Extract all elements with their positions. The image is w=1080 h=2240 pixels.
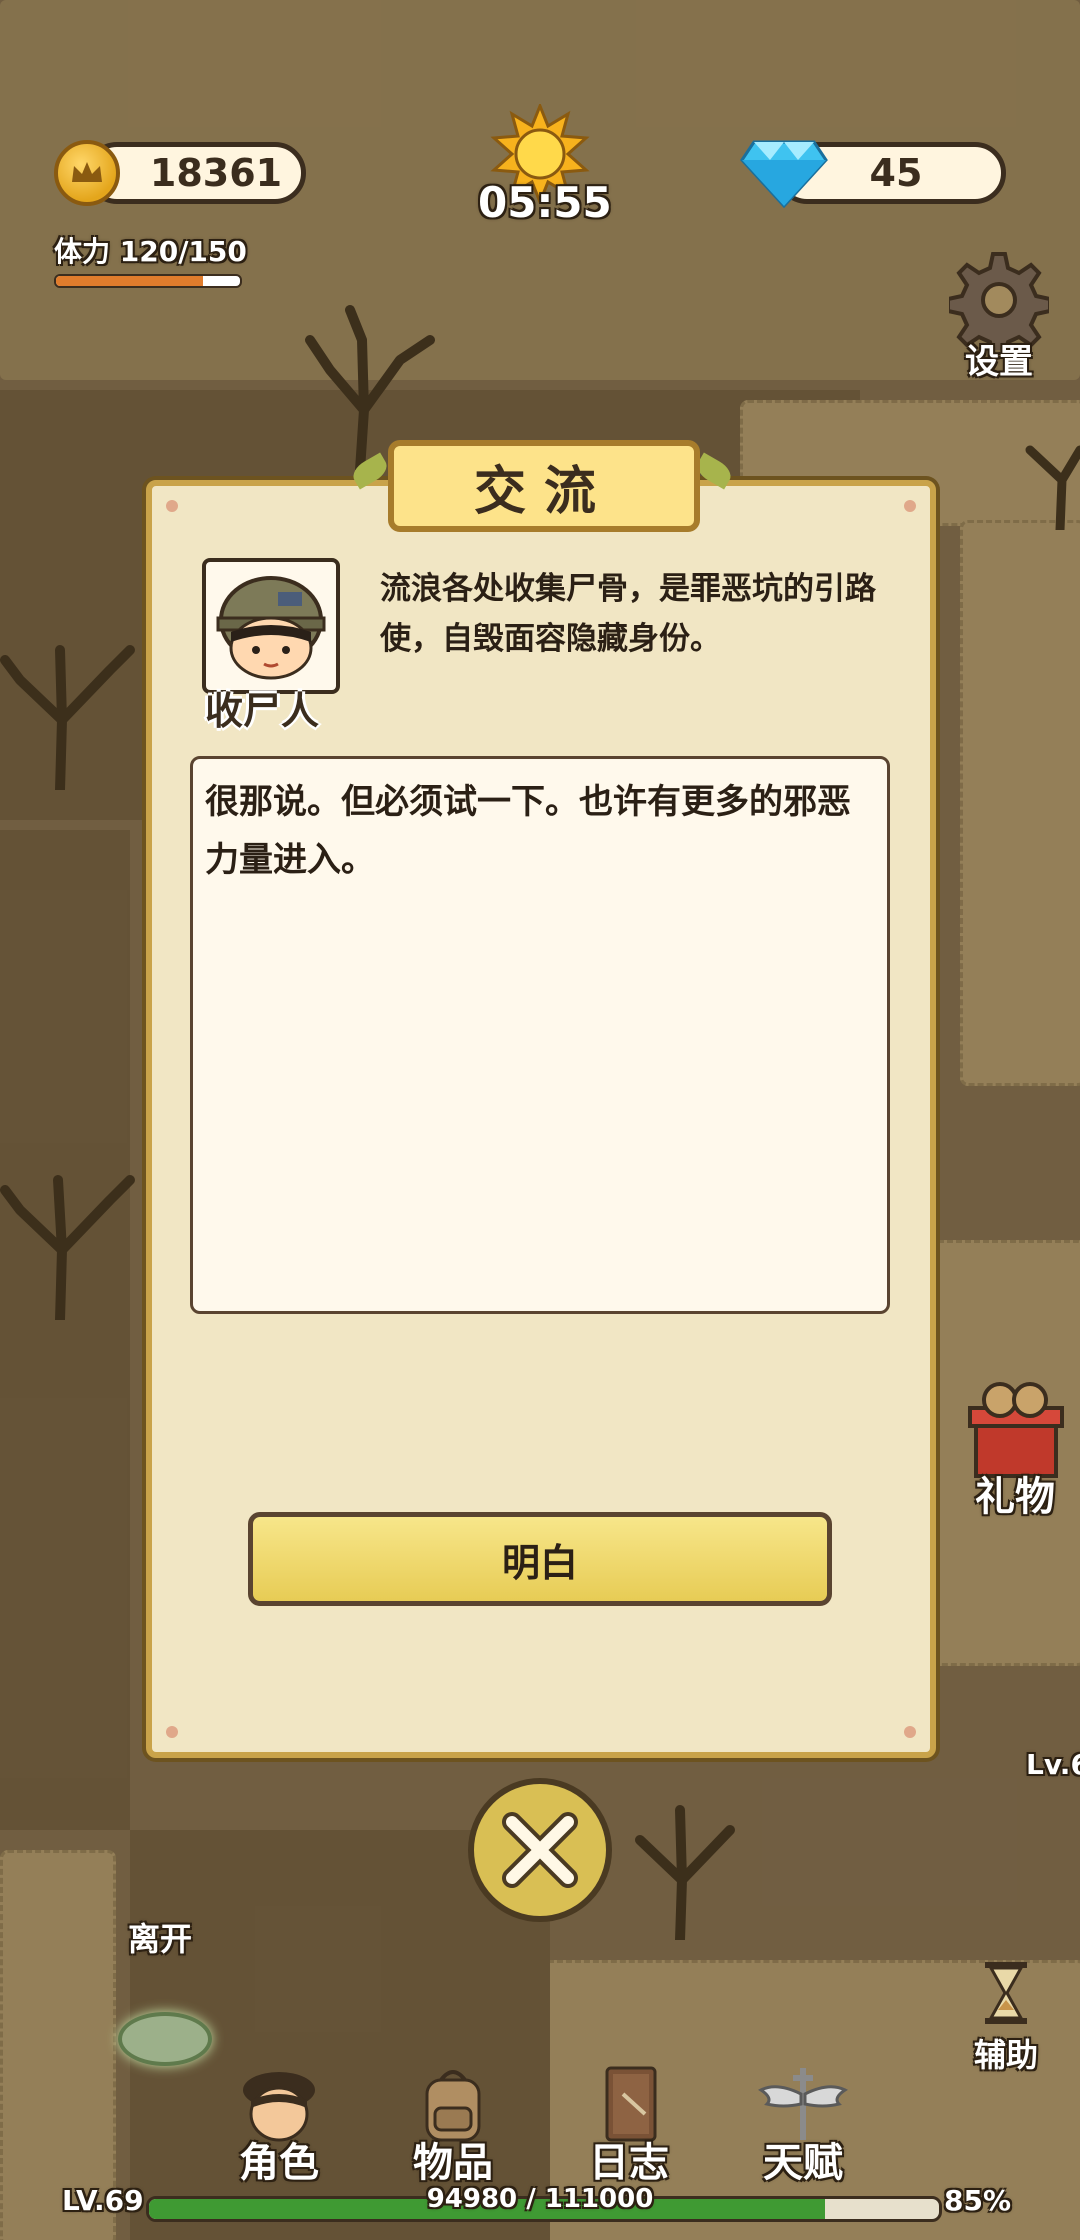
confirm-label: 明白: [501, 1540, 578, 1585]
npc-portrait: [202, 558, 340, 694]
dialog-message: 很那说。但必须试一下。也许有更多的邪恶力量进入。: [205, 782, 851, 880]
nav-items[interactable]: 物品: [388, 2064, 518, 2188]
stamina-fill: [56, 276, 204, 286]
gold-amount: 18361: [149, 151, 283, 195]
close-icon: [502, 1812, 578, 1888]
gem-amount: 45: [869, 151, 923, 195]
assist-button[interactable]: 辅助: [946, 1960, 1066, 2076]
crown-coin-icon: [54, 140, 120, 206]
stamina-bar: [54, 274, 242, 288]
confirm-button[interactable]: 明白: [248, 1512, 832, 1606]
leave-label: 离开: [128, 1920, 193, 1958]
enemy-level-tag: Lv.6: [1026, 1748, 1080, 1781]
diamond-icon: [740, 140, 828, 208]
gift-button[interactable]: 礼物: [950, 1380, 1080, 1522]
game-clock: 05:55: [478, 178, 612, 227]
xp-text: 94980 / 111000: [426, 2184, 654, 2214]
nav-character[interactable]: 角色: [214, 2064, 344, 2188]
dialog-title: 交流: [388, 440, 700, 532]
npc-name: 收尸人: [205, 689, 320, 733]
nav-journal[interactable]: 日志: [564, 2064, 694, 2188]
npc-avatar: [216, 576, 326, 680]
assist-label: 辅助: [973, 2036, 1038, 2074]
close-button[interactable]: [468, 1778, 612, 1922]
settings-button[interactable]: 设置: [944, 250, 1054, 383]
stamina-label: 体力 120/150: [54, 235, 247, 268]
dialog-message-box: 很那说。但必须试一下。也许有更多的邪恶力量进入。: [190, 756, 890, 1314]
hourglass-icon: [985, 1962, 1027, 2024]
nav-talent[interactable]: 天赋: [738, 2064, 868, 2188]
npc-description: 流浪各处收集尸骨，是罪恶坑的引路使，自毁面容隐藏身份。: [380, 571, 876, 657]
leave-portal[interactable]: [118, 2012, 212, 2066]
xp-percent: 85%: [944, 2184, 1012, 2217]
